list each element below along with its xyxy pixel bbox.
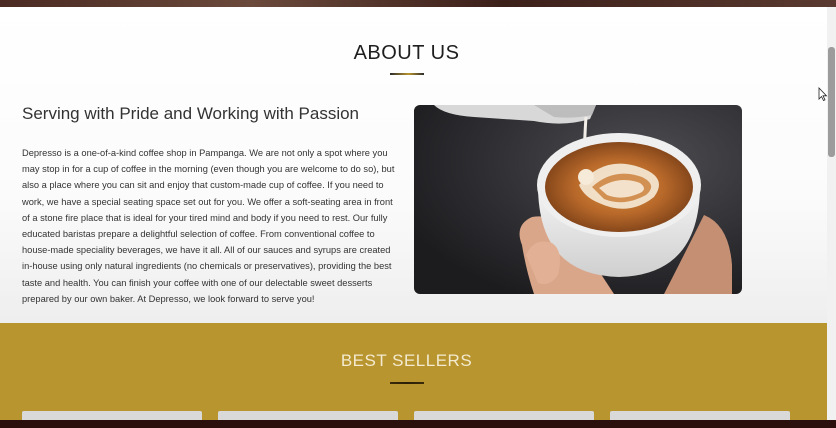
product-card[interactable] <box>22 411 202 420</box>
mouse-cursor-icon <box>818 87 828 101</box>
product-card[interactable] <box>218 411 398 420</box>
about-title: ABOUT US <box>353 42 460 64</box>
about-description: Depresso is a one-of-a-kind coffee shop … <box>22 148 395 304</box>
header-image-strip <box>0 0 836 7</box>
page-content: ABOUT US Serving with Pride and Working … <box>0 7 827 420</box>
best-sellers-underline <box>390 382 424 384</box>
best-sellers-section: BEST SELLERS <box>0 323 827 420</box>
bottom-frame-strip <box>0 420 836 428</box>
best-sellers-title: BEST SELLERS <box>340 351 473 370</box>
page-scrollbar[interactable] <box>827 7 836 420</box>
about-subheading: Serving with Pride and Working with Pass… <box>22 104 360 123</box>
latte-art-photo-icon <box>414 105 742 294</box>
product-card[interactable] <box>610 411 790 420</box>
latte-art-image <box>414 105 742 294</box>
title-underline <box>390 73 424 75</box>
product-card[interactable] <box>414 411 594 420</box>
scrollbar-thumb[interactable] <box>828 47 835 157</box>
about-section: ABOUT US Serving with Pride and Working … <box>0 7 827 323</box>
